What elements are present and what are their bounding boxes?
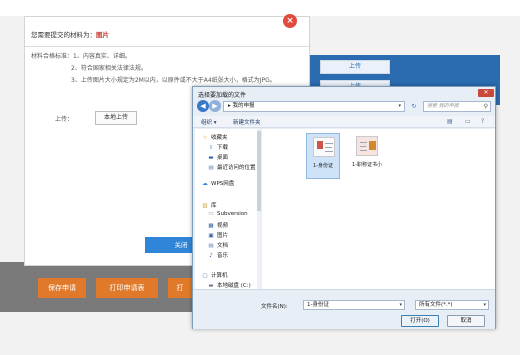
navigation-tree: ☆ 收藏夹 ⇩ 下载 ▬ 桌面 ▤ 最近访问的位置 ☁ WPS网盘 ▥ 库 ▭ Subvers… xyxy=(195,129,261,289)
music-icon: ♪ xyxy=(209,253,213,259)
tree-item-local-disk[interactable]: ▬ 本地磁盘 (C:) xyxy=(207,281,250,289)
background-header xyxy=(0,0,520,16)
tree-item-label: 下载 xyxy=(217,145,229,151)
tree-item-label: 库 xyxy=(211,203,217,209)
picture-icon: ▣ xyxy=(208,233,214,239)
tree-item-label: 收藏夹 xyxy=(211,135,228,141)
file-list: 1-身份证 1-职称证书小 xyxy=(262,129,495,289)
folder-icon: ▭ xyxy=(208,211,214,217)
close-icon[interactable]: × xyxy=(283,14,297,28)
open-button[interactable]: 打开(O) xyxy=(401,315,439,327)
tree-item-documents[interactable]: ▤ 文档 xyxy=(207,241,228,249)
file-item[interactable]: 1-身份证 xyxy=(306,133,340,179)
file-name: 1-职称证书小 xyxy=(352,162,382,168)
requirement-line: 2、符合国家相关法律法规。 xyxy=(71,65,147,72)
desktop-icon: ▬ xyxy=(208,155,214,161)
tree-item-label: 视频 xyxy=(217,223,229,229)
tree-item-label: Subversion xyxy=(217,211,248,217)
recent-icon: ▤ xyxy=(208,165,214,171)
dialog-title: 选择要加载的文件 xyxy=(198,92,247,99)
tree-item-desktop[interactable]: ▬ 桌面 xyxy=(207,153,228,161)
tree-item-label: 最近访问的位置 xyxy=(217,165,256,171)
address-bar[interactable]: ▸ 我的申报 ▾ xyxy=(223,101,405,112)
tree-item-pictures[interactable]: ▣ 图片 xyxy=(207,231,228,239)
modal-title-item: 图片 xyxy=(96,31,109,39)
view-options-icon[interactable]: ▤ xyxy=(447,118,453,125)
download-icon: ⇩ xyxy=(208,145,214,151)
file-item[interactable]: 1-职称证书小 xyxy=(350,133,384,179)
tree-item-computer[interactable]: ▢ 计算机 xyxy=(201,271,228,279)
tree-item-music[interactable]: ♪ 音乐 xyxy=(207,251,228,259)
scrollbar-thumb[interactable] xyxy=(257,131,261,211)
chevron-down-icon[interactable]: ▾ xyxy=(398,102,401,111)
tree-item-recent[interactable]: ▤ 最近访问的位置 xyxy=(207,163,256,171)
chevron-down-icon[interactable]: ▾ xyxy=(399,301,402,309)
filetype-select[interactable]: 所有文件(*.*) ▾ xyxy=(415,300,489,310)
back-icon[interactable]: ◀ xyxy=(197,100,209,112)
cancel-button[interactable]: 取消 xyxy=(447,315,485,327)
search-placeholder: 搜索 我的申报 xyxy=(427,103,459,109)
modal-divider xyxy=(25,46,311,47)
file-name: 1-身份证 xyxy=(313,163,333,169)
organize-menu[interactable]: 组织 ▾ xyxy=(201,118,217,126)
print-application-button[interactable]: 打印申请表 xyxy=(96,278,158,298)
tree-item-label: 图片 xyxy=(217,233,229,239)
dialog-close-icon[interactable]: ✕ xyxy=(478,89,494,97)
print-button[interactable]: 打 xyxy=(168,278,192,298)
requirement-line: 3、上传图片大小规定为2M以内，以原件或不大于A4纸张大小，格式为JPG。 xyxy=(71,77,276,84)
tree-item-label: 桌面 xyxy=(217,155,229,161)
new-folder-button[interactable]: 新建文件夹 xyxy=(233,118,261,126)
save-application-button[interactable]: 保存申请 xyxy=(38,278,86,298)
image-thumbnail-icon xyxy=(356,136,378,156)
local-upload-button[interactable]: 本地上传 xyxy=(95,111,137,125)
modal-title: 您需要提交的材料为：图片 xyxy=(31,29,109,39)
cloud-icon: ☁ xyxy=(202,181,208,187)
tree-item-library[interactable]: ▥ 库 xyxy=(201,201,217,209)
search-icon[interactable]: ⚲ xyxy=(484,102,488,111)
document-icon: ▤ xyxy=(208,243,214,249)
modal-title-prefix: 您需要提交的材料为： xyxy=(31,31,96,39)
background-upload-button[interactable]: 上传 xyxy=(320,60,390,74)
library-icon: ▥ xyxy=(202,203,208,209)
tree-item-favorites[interactable]: ☆ 收藏夹 xyxy=(201,133,228,141)
tree-scrollbar[interactable] xyxy=(257,129,261,289)
navigation-bar: ◀ ▶ ▸ 我的申报 ▾ ↻ 搜索 我的申报 ⚲ xyxy=(195,100,493,114)
tree-item-downloads[interactable]: ⇩ 下载 xyxy=(207,143,228,151)
filename-value: 1-身份证 xyxy=(307,302,329,308)
filename-input[interactable]: 1-身份证 ▾ xyxy=(303,300,405,310)
forward-icon[interactable]: ▶ xyxy=(209,100,221,112)
tree-item-subversion[interactable]: ▭ Subversion xyxy=(207,211,248,217)
refresh-icon[interactable]: ↻ xyxy=(409,101,419,112)
dialog-footer: 文件名(N): 1-身份证 ▾ 所有文件(*.*) ▾ 打开(O) 取消 xyxy=(193,289,495,329)
file-open-dialog: 选择要加载的文件 ✕ ◀ ▶ ▸ 我的申报 ▾ ↻ 搜索 我的申报 ⚲ 组织 ▾… xyxy=(192,86,496,329)
chevron-down-icon[interactable]: ▾ xyxy=(483,301,486,309)
tree-item-videos[interactable]: ▦ 视频 xyxy=(207,221,228,229)
help-icon[interactable]: ? xyxy=(481,118,484,125)
address-text: ▸ 我的申报 xyxy=(228,103,255,109)
photo-mark xyxy=(317,141,323,149)
tree-item-label: 音乐 xyxy=(217,253,229,259)
tree-item-wps-cloud[interactable]: ☁ WPS网盘 xyxy=(201,179,234,187)
tree-item-label: 文档 xyxy=(217,243,229,249)
video-icon: ▦ xyxy=(208,223,214,229)
tree-item-label: WPS网盘 xyxy=(211,181,235,187)
requirement-line: 材料合格标准：1、内容真实、详细。 xyxy=(31,53,131,60)
image-thumbnail-icon xyxy=(313,137,335,157)
computer-icon: ▢ xyxy=(202,273,208,279)
star-icon: ☆ xyxy=(202,135,208,141)
preview-pane-icon[interactable]: ▭ xyxy=(465,118,471,125)
filename-label: 文件名(N): xyxy=(261,304,288,310)
photo-mark xyxy=(369,141,376,150)
search-input[interactable]: 搜索 我的申报 ⚲ xyxy=(423,101,491,112)
tree-item-label: 计算机 xyxy=(211,273,228,279)
upload-label: 上传： xyxy=(55,116,74,123)
filetype-value: 所有文件(*.*) xyxy=(419,302,453,308)
dialog-toolbar: 组织 ▾ 新建文件夹 ▤ ▭ ? xyxy=(193,116,495,128)
